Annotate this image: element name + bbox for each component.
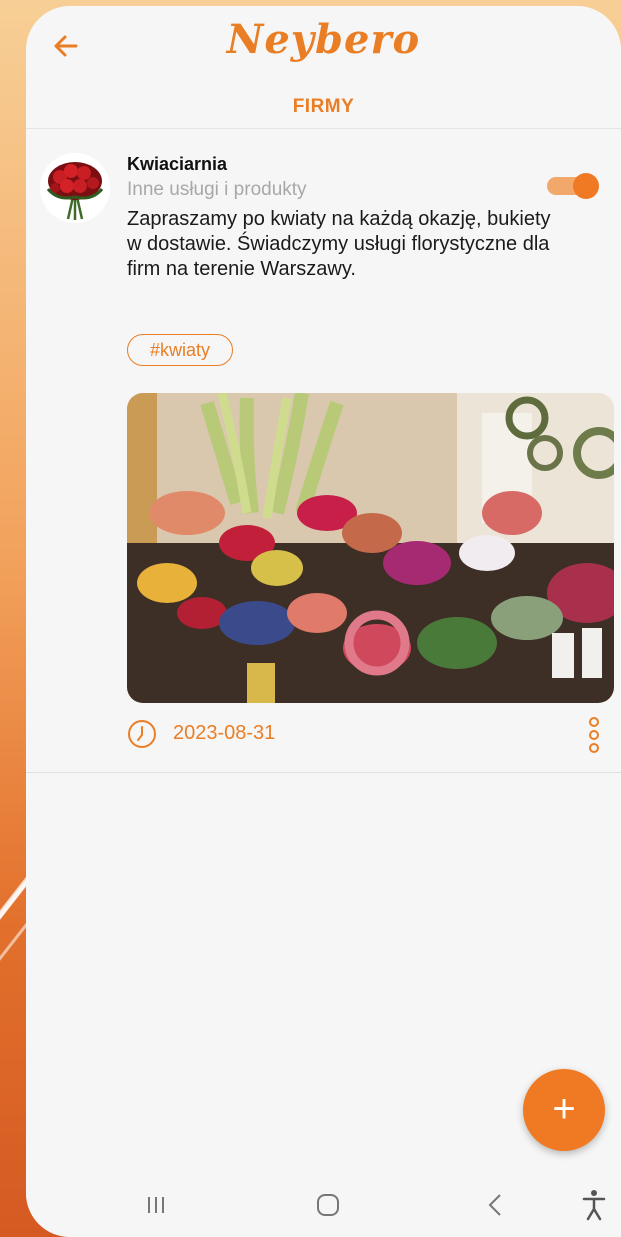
app-logo: Neybero (226, 16, 421, 63)
chevron-left-icon (488, 1194, 501, 1216)
plus-icon: + (552, 1087, 576, 1131)
app-bar: Neybero FIRMY (26, 6, 621, 129)
phone-screen: Neybero FIRMY Kwiaciarnia Inne usługi i … (26, 6, 621, 1237)
recents-icon (148, 1197, 164, 1213)
toggle-knob (573, 173, 599, 199)
post-title: Kwiaciarnia (127, 154, 228, 174)
avatar (40, 153, 110, 223)
nav-home-button[interactable] (308, 1187, 348, 1223)
clock-icon (128, 720, 156, 748)
post-more-button[interactable] (583, 715, 605, 755)
accessibility-icon (582, 1190, 606, 1221)
home-icon (317, 1194, 339, 1216)
add-post-button[interactable]: + (523, 1069, 605, 1151)
post-category: Inne usługi i produkty (127, 179, 307, 200)
page-title: FIRMY (292, 96, 355, 117)
post-card: Kwiaciarnia Inne usługi i produkty Zapra… (26, 129, 621, 773)
flower-shop-image (127, 393, 614, 703)
post-description: Zapraszamy po kwiaty na każdą okazję, bu… (127, 208, 551, 280)
vertical-dots-icon (589, 717, 599, 753)
nav-back-button[interactable] (476, 1187, 516, 1223)
hashtag-chip[interactable]: #kwiaty (127, 334, 234, 366)
post-date: 2023-08-31 (173, 722, 276, 744)
post-photo[interactable] (127, 393, 614, 703)
nav-accessibility-button[interactable] (574, 1187, 614, 1223)
post-toggle-switch[interactable] (547, 173, 599, 199)
nav-recents-button[interactable] (136, 1187, 176, 1223)
system-navigation-bar (26, 1171, 621, 1237)
